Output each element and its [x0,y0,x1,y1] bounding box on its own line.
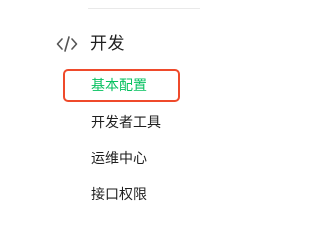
section-title: 开发 [90,34,125,54]
code-icon [56,34,78,54]
top-divider [88,8,200,9]
menu-item-api-permissions[interactable]: 接口权限 [91,186,147,204]
menu-item-ops-center[interactable]: 运维中心 [91,150,147,168]
menu-item-basic-config[interactable]: 基本配置 [91,77,147,95]
menu-item-developer-tools[interactable]: 开发者工具 [91,114,161,132]
section-header-development: 开发 [56,32,125,56]
